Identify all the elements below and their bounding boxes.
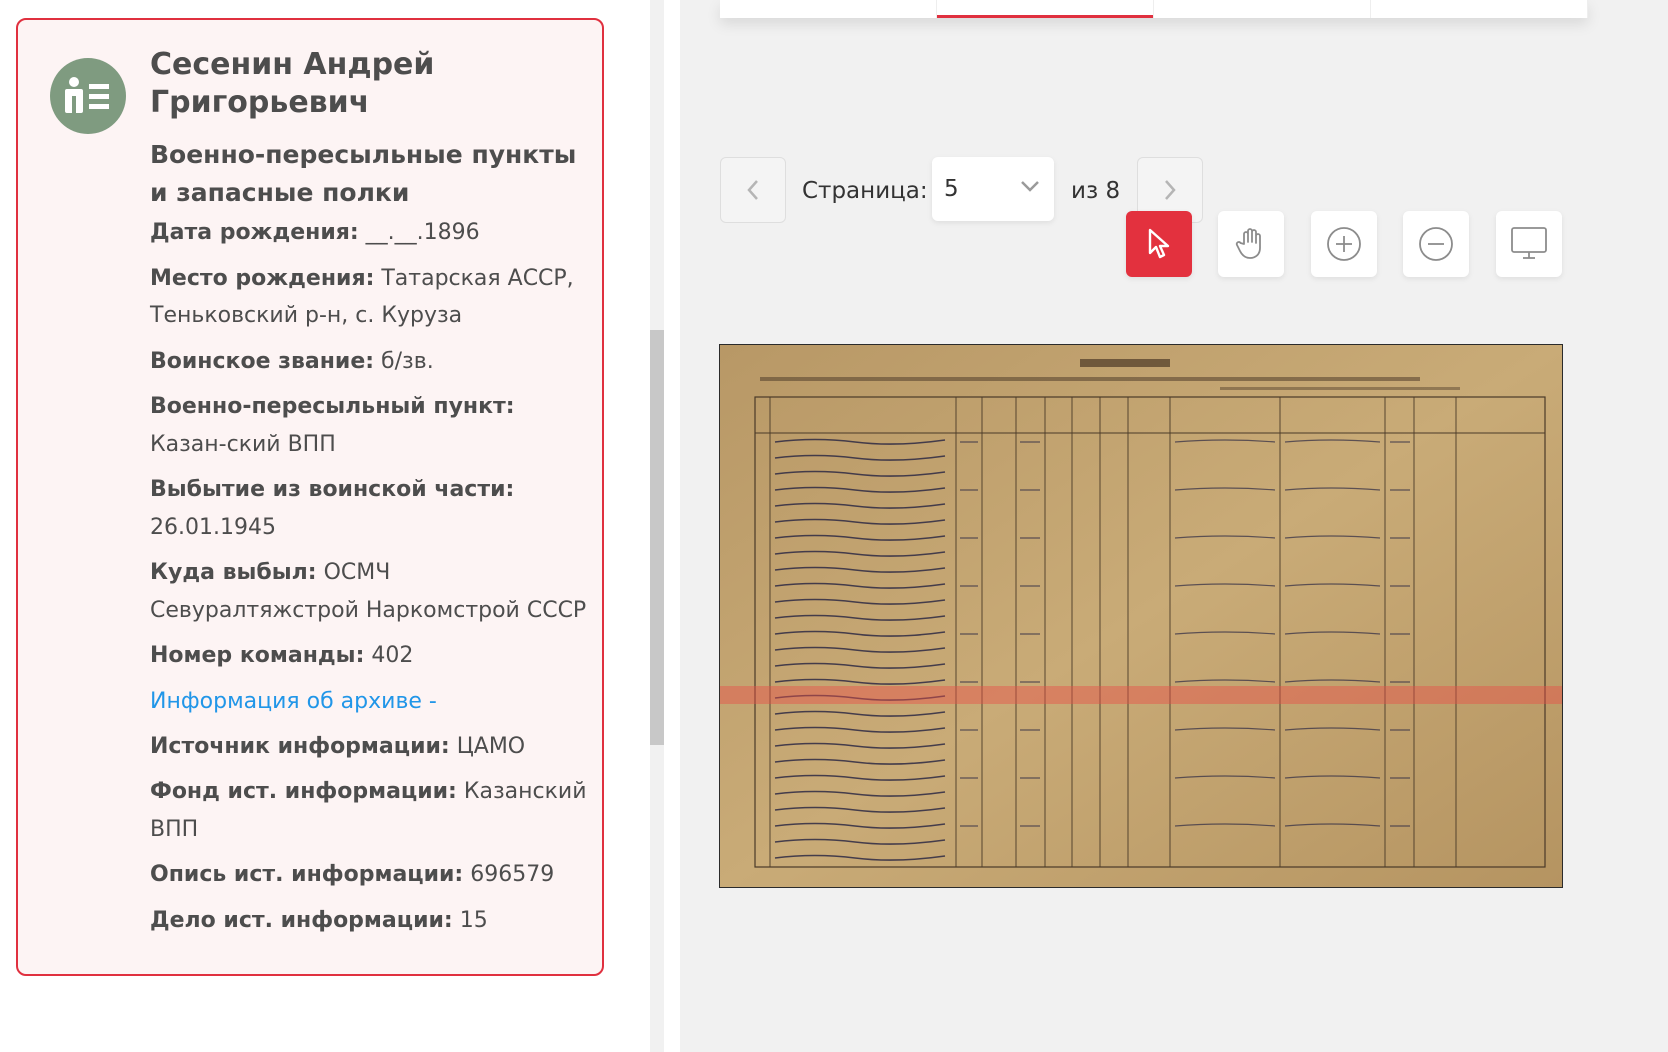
zoom-in-icon <box>1327 227 1361 261</box>
field-destination: Куда выбыл: ОСМЧ Севуралтяжстрой Наркомс… <box>150 560 587 623</box>
field-rank: Воинское звание: б/зв. <box>150 348 434 374</box>
tab-3[interactable] <box>1154 0 1371 18</box>
page-label: Страница: <box>802 178 928 204</box>
zoom-out-button[interactable] <box>1403 211 1469 277</box>
chevron-left-icon <box>747 180 758 200</box>
field-delo: Дело ист. информации: 15 <box>150 907 488 933</box>
field-fond: Фонд ист. информации: Казанский ВПП <box>150 779 587 842</box>
archive-info-link[interactable]: Информация об архиве - <box>150 683 590 720</box>
tab-1[interactable] <box>720 0 937 18</box>
field-opis: Опись ист. информации: 696579 <box>150 862 555 887</box>
person-name: Сесенин Андрей Григорьевич <box>150 47 435 120</box>
page-select-value: 5 <box>944 176 959 202</box>
tab-2[interactable] <box>937 0 1154 18</box>
document-viewer: Страница: 5 из 8 <box>680 0 1668 1052</box>
field-birth-date: Дата рождения: __.__.1896 <box>150 220 480 245</box>
user-card-icon <box>50 58 126 134</box>
hand-icon <box>1235 228 1261 259</box>
page-select[interactable]: 5 <box>932 157 1054 221</box>
field-source: Источник информации: ЦАМО <box>150 733 526 759</box>
field-departure: Выбытие из воинской части: 26.01.1945 <box>150 477 515 540</box>
field-birth-place: Место рождения: Татарская АССР, Теньковс… <box>150 265 574 329</box>
prev-page-button[interactable] <box>720 157 786 223</box>
chevron-down-icon <box>1021 181 1039 192</box>
archive-document-image[interactable] <box>720 345 1562 887</box>
viewer-tabs <box>720 0 1588 18</box>
monitor-icon <box>1511 227 1547 259</box>
chevron-right-icon <box>1165 180 1176 200</box>
page-total: из 8 <box>1071 178 1121 204</box>
field-team-number: Номер команды: 402 <box>150 643 414 668</box>
person-card: Сесенин Андрей Григорьевич Военно-пересы… <box>16 18 604 976</box>
field-transit-point: Военно-пересыльный пункт: Казан-ский ВПП <box>150 394 515 457</box>
zoom-in-button[interactable] <box>1311 211 1377 277</box>
scrollbar-thumb[interactable] <box>650 330 664 745</box>
select-tool-button[interactable] <box>1126 211 1192 277</box>
pan-tool-button[interactable] <box>1218 211 1284 277</box>
person-info: Сесенин Андрей Григорьевич Военно-пересы… <box>150 46 590 947</box>
zoom-out-icon <box>1419 227 1453 261</box>
tab-4[interactable] <box>1371 0 1588 18</box>
fullscreen-button[interactable] <box>1496 211 1562 277</box>
person-category: Военно-пересыльные пункты и запасные пол… <box>150 140 577 207</box>
cursor-icon <box>1148 228 1170 259</box>
